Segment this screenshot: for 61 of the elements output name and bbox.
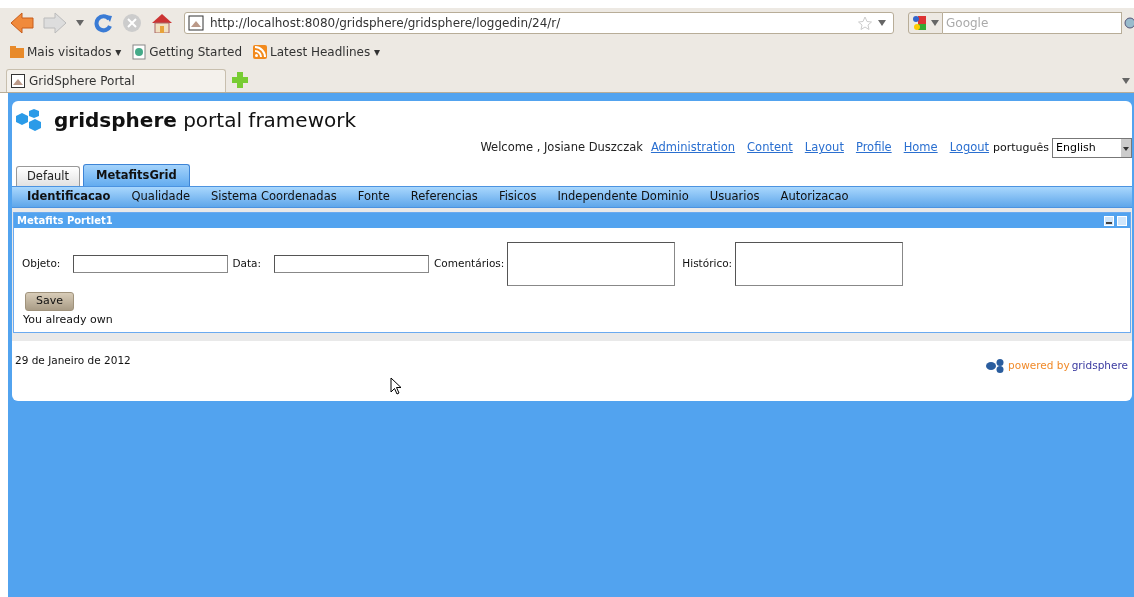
dropdown-icon[interactable]: [878, 20, 886, 26]
text-area[interactable]: [735, 242, 904, 286]
cursor-icon: [390, 377, 402, 395]
globe-page-icon: [131, 44, 148, 60]
brand-text: gridsphere: [1071, 357, 1128, 373]
subtab[interactable]: Usuarios: [709, 188, 760, 206]
portal-tab[interactable]: Default: [16, 166, 81, 186]
bookmark-link[interactable]: Latest Headlines ▾: [270, 43, 381, 61]
subtab[interactable]: Referencias: [410, 188, 478, 206]
home-icon[interactable]: [151, 13, 173, 33]
header-link[interactable]: Profile: [855, 139, 892, 157]
folder-icon: [9, 44, 25, 60]
subtab[interactable]: Autorizacao: [780, 188, 849, 206]
input-field[interactable]: [73, 255, 229, 273]
field-label: Histórico:: [682, 256, 733, 272]
dropdown-icon[interactable]: [931, 20, 939, 26]
portal-tab[interactable]: MetafitsGrid: [83, 164, 190, 186]
subtab[interactable]: Fonte: [357, 188, 390, 206]
date-text: 29 de Janeiro de 2012: [15, 352, 131, 368]
language-label: português: [993, 139, 1049, 156]
reload-icon[interactable]: [93, 13, 113, 33]
header-link[interactable]: Content: [747, 139, 793, 157]
tab-list-icon[interactable]: [1122, 78, 1130, 84]
portlet-title: Metafits Portlet1: [17, 214, 113, 228]
site-icon: [188, 15, 204, 31]
header-link[interactable]: Layout: [804, 139, 844, 157]
subtab[interactable]: Qualidade: [131, 188, 190, 206]
feed-icon: [252, 44, 269, 60]
search-field[interactable]: Google: [943, 12, 1122, 34]
field-label: Comentários:: [434, 256, 505, 272]
subtab[interactable]: Independente Dominio: [557, 188, 689, 206]
powered-by-text: powered by: [1008, 357, 1070, 373]
url-text: http://localhost:8080/gridsphere/gridsphere/loggedin/24/r/: [210, 15, 562, 32]
dropdown-icon[interactable]: [1121, 139, 1131, 157]
field-label: Data:: [232, 256, 261, 272]
input-field[interactable]: [274, 255, 429, 273]
bookmark-link[interactable]: Getting Started: [149, 43, 243, 61]
search-engine-button[interactable]: [908, 12, 943, 34]
search-icon[interactable]: [1122, 16, 1134, 30]
subtab[interactable]: Sistema Coordenadas: [211, 188, 337, 206]
save-button[interactable]: Save: [25, 292, 74, 311]
text-area[interactable]: [507, 242, 676, 286]
star-icon[interactable]: [858, 16, 872, 30]
site-icon: [11, 74, 25, 88]
dropdown-icon[interactable]: [76, 20, 84, 26]
header-link[interactable]: Logout: [949, 139, 989, 157]
address-bar[interactable]: http://localhost:8080/gridsphere/gridsphere/loggedin/24/r/: [184, 12, 894, 34]
header-link[interactable]: Home: [903, 139, 938, 157]
subtab[interactable]: Identificacao: [27, 188, 111, 206]
header-link[interactable]: Administration: [650, 139, 736, 157]
bookmark-link[interactable]: Mais visitados ▾: [27, 43, 122, 61]
back-icon[interactable]: [10, 12, 34, 34]
subtab[interactable]: Fisicos: [498, 188, 537, 206]
logo-text: gridsphere portal framework: [54, 107, 357, 134]
welcome-text: Welcome , Josiane Duszczak: [480, 139, 643, 157]
field-label: Objeto:: [22, 256, 61, 272]
minimize-icon[interactable]: [1104, 215, 1114, 226]
search-engine-icon[interactable]: [912, 15, 928, 31]
language-select[interactable]: English: [1052, 138, 1132, 158]
status-message: You already own: [22, 312, 114, 329]
browser-tab[interactable]: GridSphere Portal: [6, 69, 226, 92]
